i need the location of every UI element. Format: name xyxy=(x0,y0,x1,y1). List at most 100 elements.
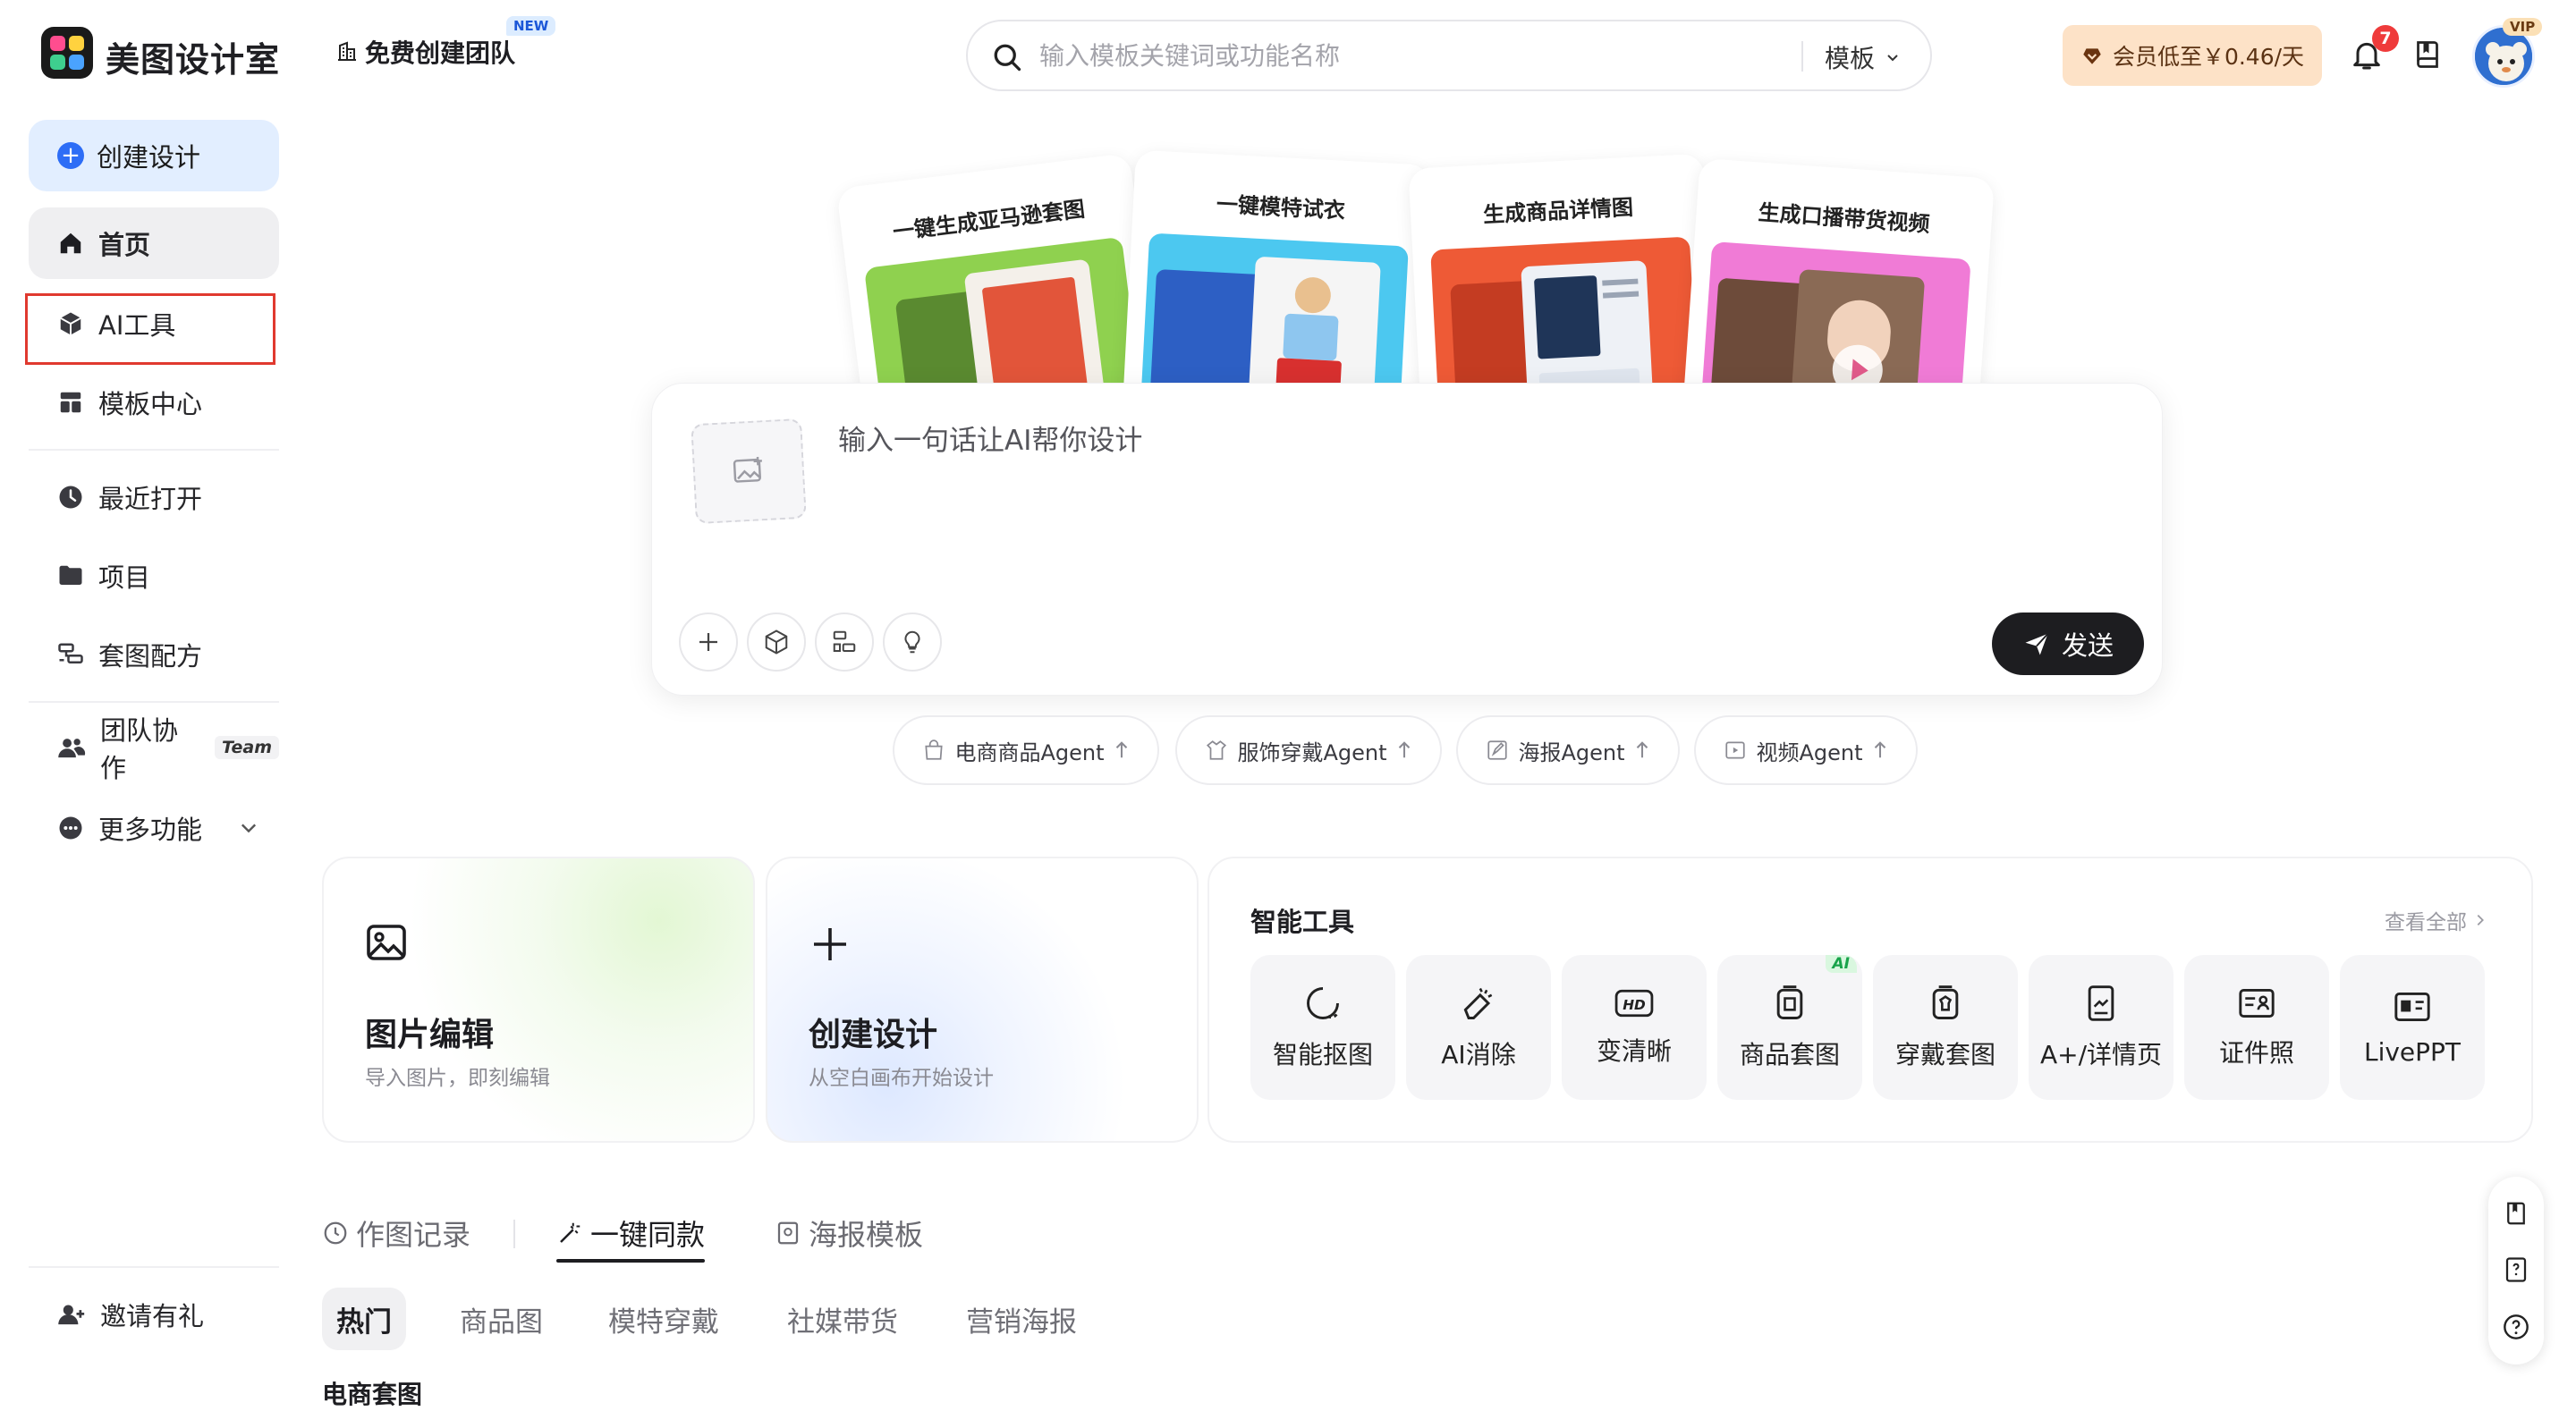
wear-set-icon xyxy=(1926,984,1965,1023)
bookmark-icon[interactable] xyxy=(2503,1200,2529,1227)
search-scope-dropdown[interactable]: 模板 xyxy=(1825,39,1902,75)
image-upload-slot[interactable] xyxy=(691,418,807,525)
agent-chip-video[interactable]: 视频Agent xyxy=(1694,715,1918,785)
sidebar-item-more[interactable]: 更多功能 xyxy=(29,792,279,864)
vip-button-label: 会员低至￥0.46/天 xyxy=(2112,44,2305,70)
search-scope-label: 模板 xyxy=(1825,44,1876,73)
search-input[interactable] xyxy=(1038,38,1843,73)
chip-hot[interactable]: 热门 xyxy=(322,1288,406,1350)
smart-tools-panel: 智能工具 查看全部 智能抠图 AI消除 HD 变清晰 AI 商品套图 穿戴套图 … xyxy=(1208,857,2533,1143)
chip-label: 营销海报 xyxy=(966,1305,1077,1339)
tab-history[interactable]: 作图记录 xyxy=(322,1212,470,1254)
inspiration-button[interactable] xyxy=(883,613,942,672)
ai-badge: AI xyxy=(1825,955,1857,973)
model-select-button[interactable] xyxy=(747,613,806,672)
tool-detail-page[interactable]: A+/详情页 xyxy=(2029,955,2174,1100)
agent-label: 电商商品Agent xyxy=(954,739,1105,765)
create-team-button[interactable]: 免费创建团队 xyxy=(336,34,515,70)
hero-card-title: 一键模特试衣 xyxy=(1216,191,1346,224)
eraser-icon xyxy=(1459,984,1498,1023)
edit-icon xyxy=(1486,739,1509,762)
view-all-label: 查看全部 xyxy=(2385,911,2467,934)
view-all-link[interactable]: 查看全部 xyxy=(2385,905,2488,935)
agent-chip-poster[interactable]: 海报Agent xyxy=(1456,715,1680,785)
ai-prompt-input[interactable] xyxy=(836,416,2089,523)
image-edit-card[interactable]: 图片编辑 导入图片，即刻编辑 xyxy=(322,857,755,1143)
image-icon xyxy=(365,923,408,962)
tool-label: 智能抠图 xyxy=(1272,1040,1373,1069)
tool-label: 穿戴套图 xyxy=(1894,1040,1996,1069)
tool-label: 变清晰 xyxy=(1596,1036,1672,1066)
sidebar-item-invite[interactable]: 邀请有礼 xyxy=(29,1279,279,1350)
help-doc-icon[interactable] xyxy=(2503,1256,2529,1283)
tool-product-set[interactable]: AI 商品套图 xyxy=(1717,955,1862,1100)
clock-outline-icon xyxy=(322,1220,349,1246)
tool-enhance[interactable]: HD 变清晰 xyxy=(1562,955,1707,1100)
vip-button[interactable]: 会员低至￥0.46/天 xyxy=(2063,25,2322,86)
highlight-box xyxy=(25,293,275,365)
question-icon[interactable] xyxy=(2502,1313,2530,1341)
sidebar-item-home[interactable]: 首页 xyxy=(29,207,279,279)
tool-smart-cutout[interactable]: 智能抠图 xyxy=(1250,955,1395,1100)
tool-ai-eraser[interactable]: AI消除 xyxy=(1406,955,1551,1100)
tool-live-ppt[interactable]: LivePPT xyxy=(2340,955,2485,1100)
chevron-right-icon xyxy=(2472,912,2488,928)
add-attachment-button[interactable] xyxy=(679,613,738,672)
ppt-icon xyxy=(2393,989,2432,1025)
tool-label: 商品套图 xyxy=(1739,1040,1840,1069)
sidebar-item-templates[interactable]: 模板中心 xyxy=(29,367,279,438)
tab-label: 一键同款 xyxy=(590,1218,706,1252)
sidebar-item-label: 模板中心 xyxy=(98,389,203,419)
shopping-bag-icon xyxy=(922,739,945,762)
tool-wear-set[interactable]: 穿戴套图 xyxy=(1873,955,2018,1100)
agent-chip-ecommerce[interactable]: 电商商品Agent xyxy=(893,715,1159,785)
sidebar-item-team[interactable]: 团队协作 Team xyxy=(29,712,279,783)
tab-one-click-same[interactable]: 一键同款 xyxy=(556,1212,705,1254)
sidebar-item-recent[interactable]: 最近打开 xyxy=(29,461,279,533)
book-icon[interactable] xyxy=(2411,38,2444,72)
card-title: 图片编辑 xyxy=(365,1017,495,1053)
card-subtitle: 导入图片，即刻编辑 xyxy=(365,1067,550,1090)
hero-card-title: 生成口播带货视频 xyxy=(1757,199,1931,237)
arrow-icon xyxy=(1872,740,1888,760)
sidebar-item-recipes[interactable]: 套图配方 xyxy=(29,619,279,690)
chip-marketing-poster[interactable]: 营销海报 xyxy=(952,1288,1091,1350)
agent-label: 服饰穿戴Agent xyxy=(1237,739,1387,765)
tool-id-photo[interactable]: 证件照 xyxy=(2184,955,2329,1100)
send-button[interactable]: 发送 xyxy=(1992,613,2144,675)
smart-tools-title: 智能工具 xyxy=(1250,907,1355,937)
chip-social-commerce[interactable]: 社媒带货 xyxy=(773,1288,912,1350)
create-team-label: 免费创建团队 xyxy=(365,38,516,68)
chip-product-image[interactable]: 商品图 xyxy=(445,1288,557,1350)
new-badge: NEW xyxy=(506,16,556,36)
paper-plane-icon xyxy=(2022,630,2051,657)
sidebar-item-label: 首页 xyxy=(98,230,151,260)
brand-logo[interactable] xyxy=(41,27,93,79)
chip-label: 社媒带货 xyxy=(787,1305,898,1339)
chip-model-wear[interactable]: 模特穿戴 xyxy=(594,1288,733,1350)
plus-icon: + xyxy=(57,142,84,169)
recipe-select-button[interactable] xyxy=(815,613,874,672)
card-subtitle: 从空白画布开始设计 xyxy=(809,1067,994,1090)
arrow-icon xyxy=(1114,740,1130,760)
team-tag: Team xyxy=(214,736,279,759)
folder-icon xyxy=(57,562,84,589)
sidebar-item-label: 项目 xyxy=(98,562,151,593)
sidebar-item-projects[interactable]: 项目 xyxy=(29,540,279,612)
tab-divider xyxy=(513,1220,515,1248)
search-bar[interactable]: 模板 xyxy=(966,20,1932,91)
sidebar-item-label: 最近打开 xyxy=(98,484,203,514)
tab-poster-templates[interactable]: 海报模板 xyxy=(775,1212,923,1254)
plus-icon xyxy=(809,923,852,966)
create-design-card[interactable]: 创建设计 从空白画布开始设计 xyxy=(766,857,1199,1143)
agent-chip-apparel[interactable]: 服饰穿戴Agent xyxy=(1175,715,1442,785)
cutout-icon xyxy=(1303,984,1343,1023)
video-icon xyxy=(1724,739,1747,762)
tab-active-indicator xyxy=(556,1259,705,1263)
tab-label: 海报模板 xyxy=(809,1218,924,1252)
arrow-icon xyxy=(1396,740,1412,760)
chip-label: 热门 xyxy=(336,1305,392,1339)
create-design-label: 创建设计 xyxy=(97,142,201,173)
notification-count-badge: 7 xyxy=(2372,25,2399,52)
sidebar-create-design-button[interactable]: + 创建设计 xyxy=(29,120,279,191)
